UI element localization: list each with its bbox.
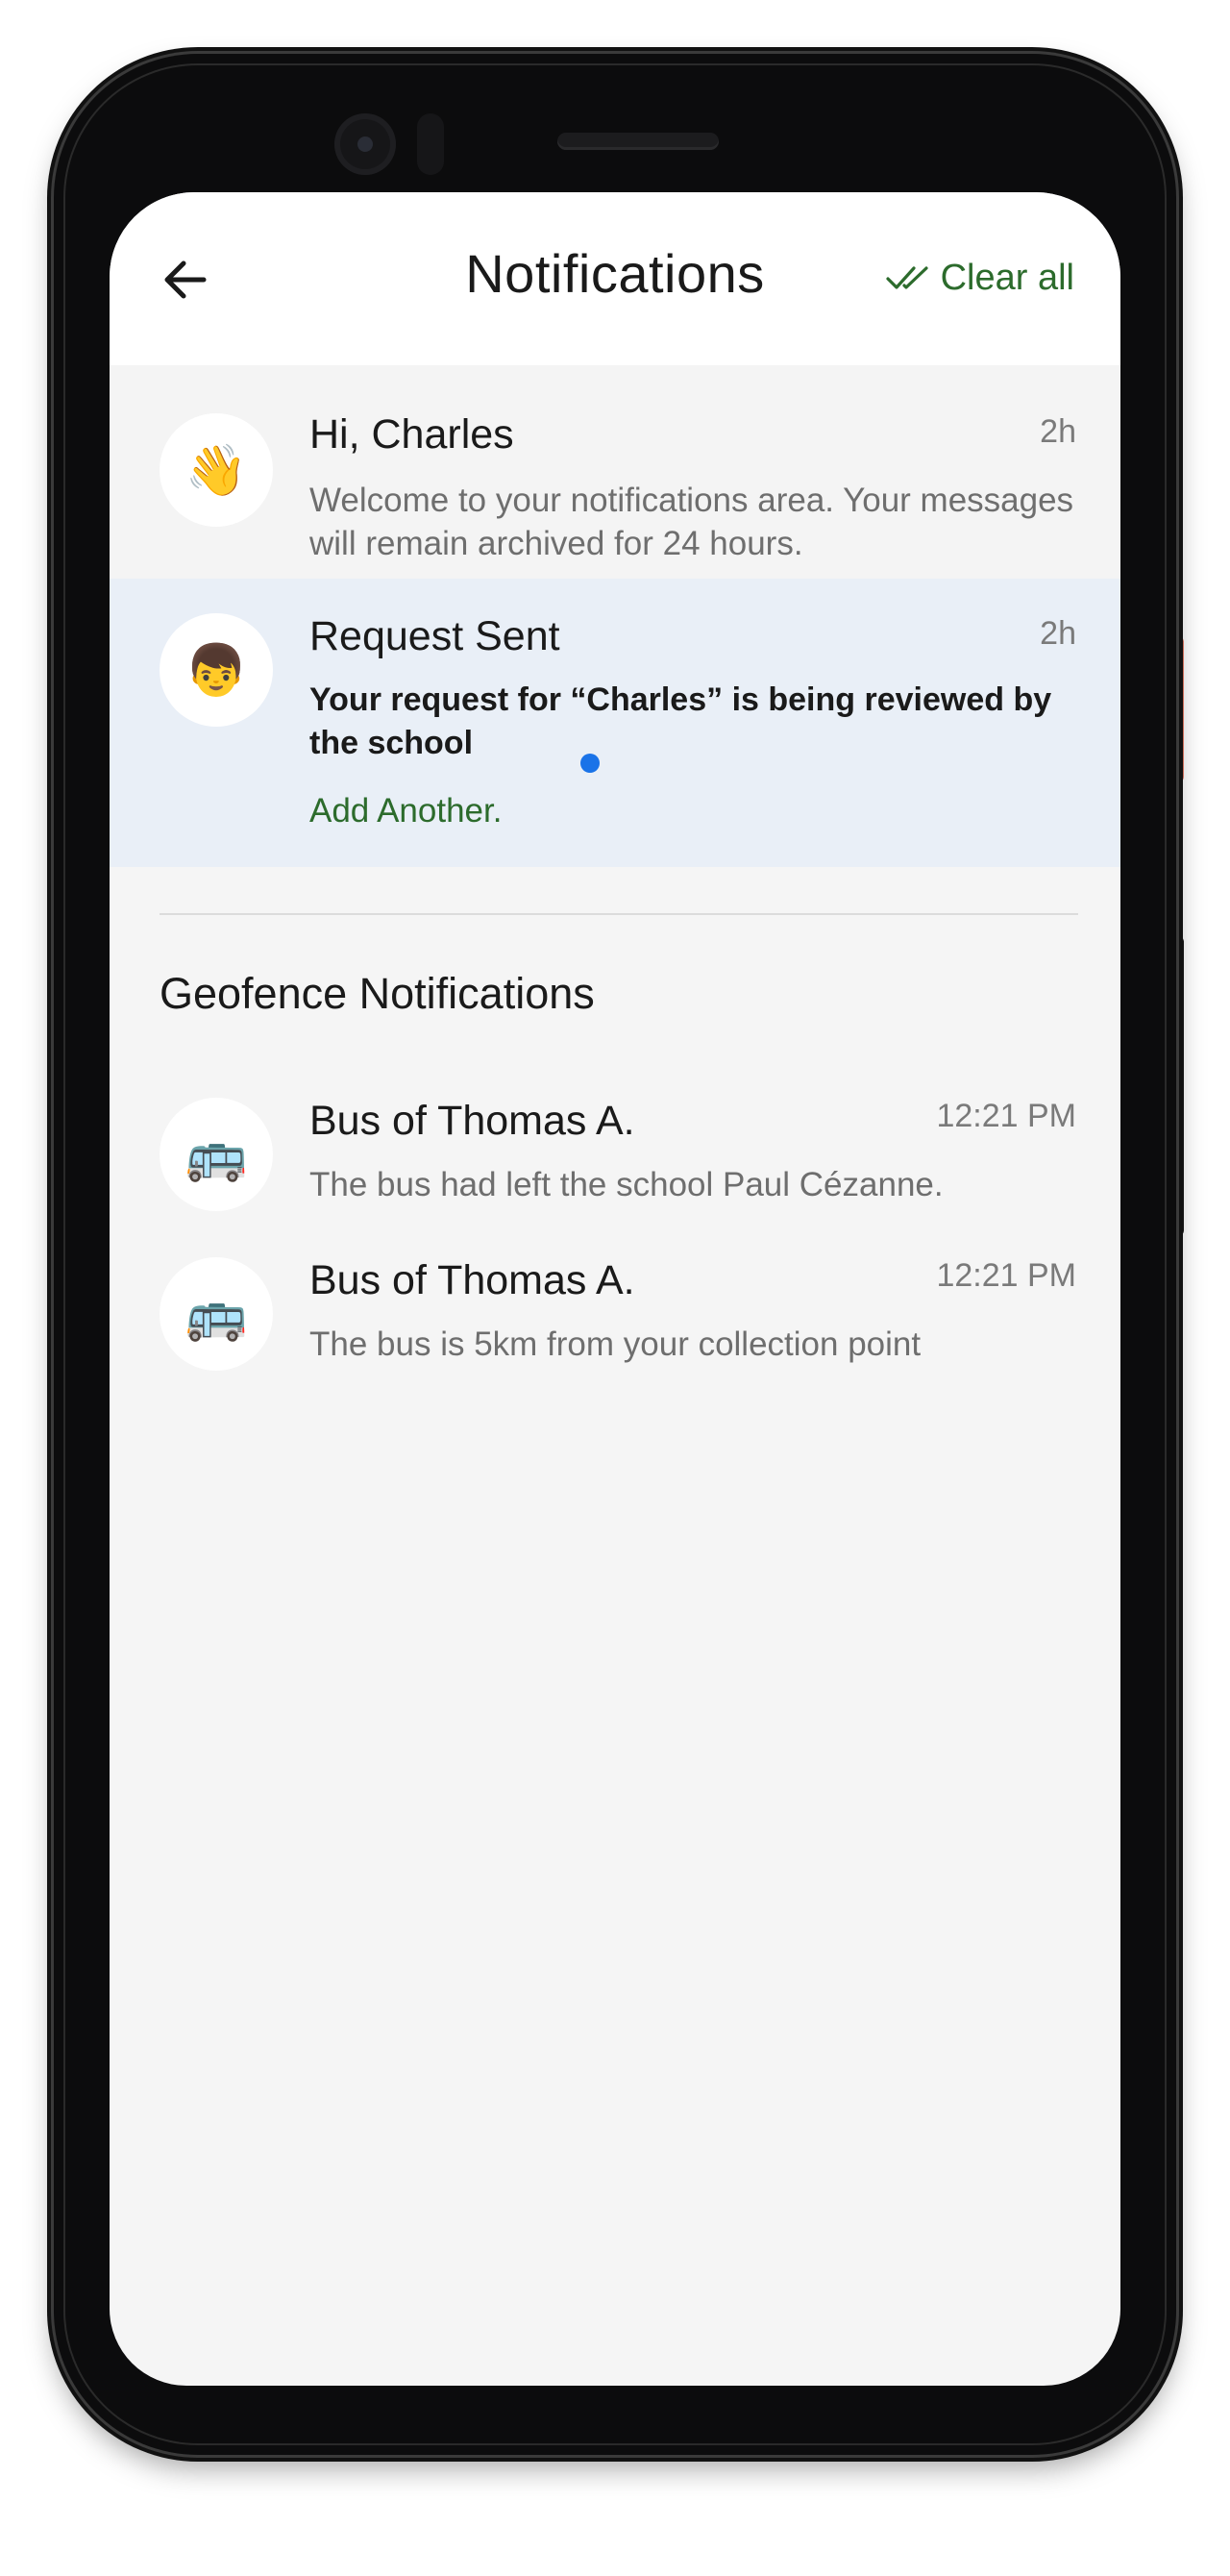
notification-title: Request Sent	[309, 613, 560, 659]
notification-body: The bus had left the school Paul Cézanne…	[309, 1166, 944, 1203]
app-header: Notifications Clear all	[110, 192, 1120, 365]
geofence-notification-item[interactable]: 🚌 Bus of Thomas A. 12:21 PM The bus is 5…	[110, 1236, 1120, 1399]
device-frame: Notifications Clear all 👋 Hi, Charles 2h…	[0, 0, 1230, 2576]
notification-item-unread[interactable]: 👦 Request Sent 2h Your request for “Char…	[110, 579, 1120, 867]
geofence-notification-item[interactable]: 🚌 Bus of Thomas A. 12:21 PM The bus had …	[110, 1077, 1120, 1240]
notification-body: Your request for “Charles” is being revi…	[309, 681, 1052, 761]
child-face-icon: 👦	[160, 613, 273, 727]
earpiece-speaker	[557, 133, 719, 150]
notification-time: 12:21 PM	[936, 1098, 1076, 1134]
clear-all-label: Clear all	[940, 257, 1074, 298]
front-camera	[334, 113, 396, 175]
add-another-link[interactable]: Add Another.	[309, 792, 502, 830]
waving-hand-icon: 👋	[160, 413, 273, 527]
notification-title: Bus of Thomas A.	[309, 1257, 635, 1303]
notification-body: Welcome to your notifications area. Your…	[309, 482, 1074, 562]
clear-all-button[interactable]: Clear all	[885, 254, 1074, 302]
notification-title: Hi, Charles	[309, 411, 514, 458]
double-check-icon	[886, 266, 928, 289]
notification-time: 12:21 PM	[936, 1257, 1076, 1294]
app-screen: Notifications Clear all 👋 Hi, Charles 2h…	[110, 192, 1120, 2386]
unread-indicator	[580, 754, 600, 773]
notification-time: 2h	[1040, 413, 1076, 450]
bus-icon: 🚌	[160, 1098, 273, 1211]
notification-body: The bus is 5km from your collection poin…	[309, 1325, 922, 1363]
notification-title: Bus of Thomas A.	[309, 1098, 635, 1144]
notification-item[interactable]: 👋 Hi, Charles 2h Welcome to your notific…	[110, 365, 1120, 579]
proximity-sensor	[417, 113, 444, 175]
section-divider	[160, 913, 1078, 915]
bus-icon: 🚌	[160, 1257, 273, 1371]
section-title: Geofence Notifications	[160, 969, 595, 1018]
notification-time: 2h	[1040, 615, 1076, 652]
